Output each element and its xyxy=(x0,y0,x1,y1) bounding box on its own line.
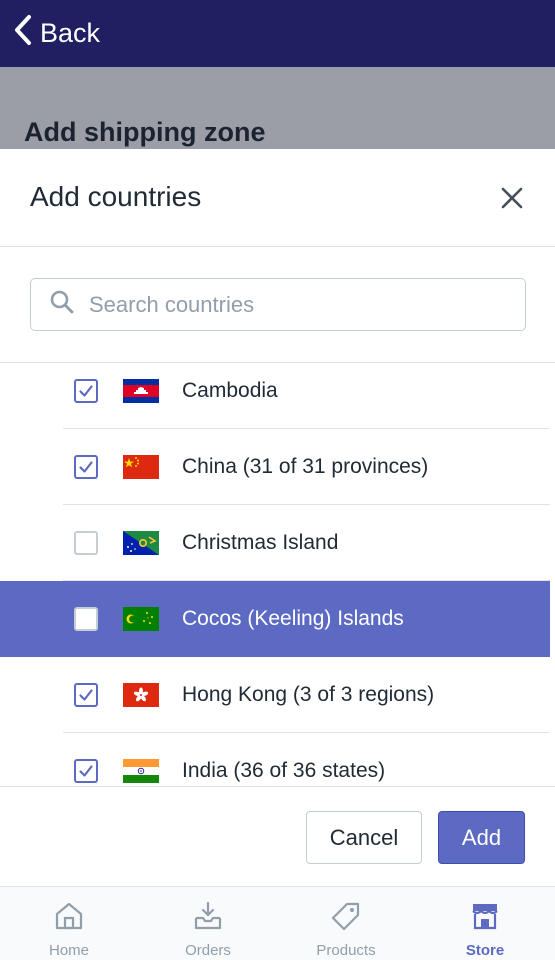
search-section xyxy=(0,248,555,363)
chevron-left-icon xyxy=(12,14,40,53)
close-icon xyxy=(501,187,523,209)
checkbox-india[interactable] xyxy=(74,759,98,783)
hong-kong-flag-icon xyxy=(123,683,159,707)
country-name: India (36 of 36 states) xyxy=(182,759,386,782)
country-name: Cambodia xyxy=(182,379,278,402)
checkbox-cocos-islands[interactable] xyxy=(74,607,98,631)
tab-home[interactable]: Home xyxy=(9,887,129,960)
country-list[interactable]: Cambodia China (31 of 31 provinces) Chri… xyxy=(0,364,555,786)
country-name: China (31 of 31 provinces) xyxy=(182,455,429,478)
tab-products[interactable]: Products xyxy=(286,887,406,960)
search-input[interactable] xyxy=(89,291,509,318)
add-button[interactable]: Add xyxy=(438,811,525,864)
close-button[interactable] xyxy=(497,183,527,213)
checkbox-christmas-island[interactable] xyxy=(74,531,98,555)
tab-store[interactable]: Store xyxy=(425,887,545,960)
cambodia-flag-icon xyxy=(123,379,159,403)
add-countries-modal: Add countries Cambodia xyxy=(0,149,555,886)
home-icon xyxy=(55,902,83,930)
checkmark-icon xyxy=(79,765,93,777)
checkbox-hong-kong[interactable] xyxy=(74,683,98,707)
list-item-hong-kong[interactable]: Hong Kong (3 of 3 regions) xyxy=(0,657,550,733)
checkbox-cambodia[interactable] xyxy=(74,379,98,403)
christmas-island-flag-icon xyxy=(123,531,159,555)
country-name: Hong Kong (3 of 3 regions) xyxy=(182,683,435,706)
back-button[interactable]: Back xyxy=(12,14,100,53)
bottom-tab-bar: Home Orders Products Store xyxy=(0,886,555,960)
checkbox-china[interactable] xyxy=(74,455,98,479)
store-icon xyxy=(472,904,498,930)
modal-title: Add countries xyxy=(30,181,202,212)
back-label: Back xyxy=(40,18,101,48)
country-name: Christmas Island xyxy=(182,531,339,554)
checkmark-icon xyxy=(79,689,93,701)
tab-orders[interactable]: Orders xyxy=(148,887,268,960)
list-item-cocos-islands[interactable]: Cocos (Keeling) Islands xyxy=(0,581,550,657)
page-overlay: Add shipping zone xyxy=(0,67,555,149)
tab-label: Home xyxy=(48,942,89,959)
checkmark-icon xyxy=(79,461,93,473)
search-icon xyxy=(49,289,75,320)
modal-footer: Cancel Add xyxy=(0,786,555,886)
cocos-islands-flag-icon xyxy=(123,607,159,631)
top-nav-bar: Back xyxy=(0,0,555,67)
tag-icon xyxy=(331,902,360,931)
list-item-christmas-island[interactable]: Christmas Island xyxy=(0,505,550,581)
search-box[interactable] xyxy=(30,278,526,331)
china-flag-icon xyxy=(123,455,159,479)
tab-label: Store xyxy=(465,942,505,959)
cancel-button[interactable]: Cancel xyxy=(306,811,422,864)
country-name: Cocos (Keeling) Islands xyxy=(182,607,404,630)
page-title: Add shipping zone xyxy=(24,117,266,147)
modal-header: Add countries xyxy=(0,149,555,247)
list-item-china[interactable]: China (31 of 31 provinces) xyxy=(0,429,550,505)
checkmark-icon xyxy=(79,385,93,397)
list-item-india[interactable]: India (36 of 36 states) xyxy=(0,733,550,786)
tab-label: Orders xyxy=(185,942,231,959)
list-item-cambodia[interactable]: Cambodia xyxy=(0,364,550,429)
tab-label: Products xyxy=(316,942,376,959)
india-flag-icon xyxy=(123,759,159,783)
orders-icon xyxy=(194,901,222,930)
